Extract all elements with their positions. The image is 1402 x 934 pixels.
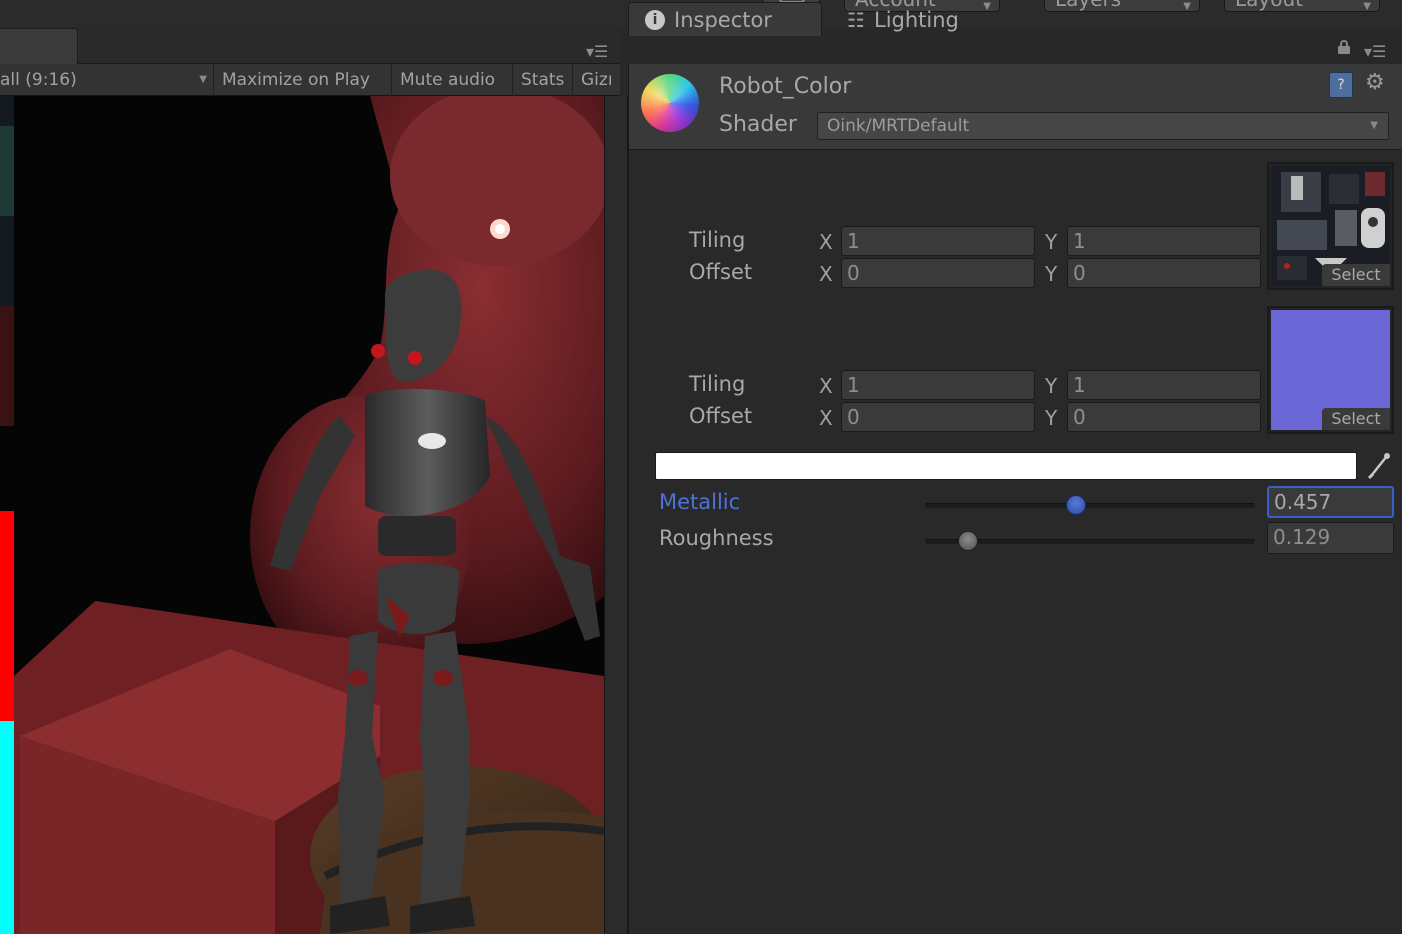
- stats-label: Stats: [521, 70, 565, 90]
- layout-label: Layout: [1235, 0, 1303, 11]
- select-texture-button[interactable]: Select: [1322, 408, 1390, 430]
- layers-label: Layers: [1055, 0, 1121, 11]
- axis-x-label: X: [819, 374, 833, 398]
- roughness-label: Roughness: [659, 526, 774, 550]
- mute-label: Mute audio: [400, 70, 496, 90]
- game-view-tabbar: ▾☰: [0, 28, 620, 64]
- material-preview-sphere: [641, 74, 699, 132]
- game-viewport[interactable]: [0, 96, 604, 934]
- normal-map-texture-slot[interactable]: Select: [1267, 306, 1394, 434]
- eyedropper-icon[interactable]: [1365, 450, 1393, 480]
- albedo-texture-slot[interactable]: Select: [1267, 162, 1394, 290]
- axis-y-label: Y: [1045, 406, 1058, 430]
- axis-y-label: Y: [1045, 230, 1058, 254]
- roughness-slider-thumb[interactable]: [957, 531, 978, 551]
- offset-y-field[interactable]: 0: [1067, 402, 1261, 432]
- material-header: Robot_Color Shader Oink/MRTDefault ▼ ? ⚙: [628, 64, 1402, 150]
- chevron-down-icon: ▼: [1370, 120, 1378, 131]
- panel-splitter[interactable]: [604, 96, 628, 934]
- tiling-y-field[interactable]: 1: [1067, 226, 1261, 256]
- select-texture-button[interactable]: Select: [1322, 264, 1390, 286]
- shader-label: Shader: [719, 112, 797, 137]
- axis-x-label: X: [819, 230, 833, 254]
- offset-label: Offset: [689, 260, 753, 284]
- offset-label: Offset: [689, 404, 753, 428]
- axis-y-label: Y: [1045, 374, 1058, 398]
- tiling-label: Tiling: [689, 372, 746, 396]
- panel-menu-icon[interactable]: ▾☰: [1364, 44, 1386, 60]
- info-icon: i: [645, 10, 665, 30]
- sliders-icon: ☷: [847, 8, 865, 32]
- gizmos-dropdown[interactable]: Gizı: [573, 64, 620, 96]
- mute-audio-toggle[interactable]: Mute audio: [392, 64, 513, 96]
- tab-lighting-label: Lighting: [874, 8, 959, 32]
- stats-toggle[interactable]: Stats: [513, 64, 573, 96]
- tab-game[interactable]: [0, 28, 78, 64]
- metallic-label: Metallic: [659, 490, 741, 514]
- roughness-value-field[interactable]: 0.129: [1267, 522, 1394, 554]
- aspect-label: all (9:16): [0, 70, 77, 90]
- scene-render: [0, 96, 604, 934]
- tiling-label: Tiling: [689, 228, 746, 252]
- metallic-slider-track[interactable]: [925, 503, 1255, 508]
- chevron-down-icon: ▼: [1363, 1, 1371, 12]
- aspect-dropdown[interactable]: all (9:16) ▼: [0, 64, 214, 96]
- shader-value: Oink/MRTDefault: [827, 116, 970, 136]
- axis-x-label: X: [819, 262, 833, 286]
- shader-dropdown[interactable]: Oink/MRTDefault ▼: [817, 112, 1389, 140]
- chevron-down-icon: ▼: [199, 74, 207, 85]
- gear-icon[interactable]: ⚙: [1365, 70, 1385, 95]
- tab-lighting[interactable]: ☷ Lighting: [826, 2, 1026, 36]
- tab-inspector-label: Inspector: [674, 8, 772, 32]
- tiling-x-field[interactable]: 1: [841, 370, 1035, 400]
- material-properties: Tiling X 1 Y 1 Offset X 0 Y 0 Select Til…: [628, 150, 1402, 934]
- maximize-label: Maximize on Play: [222, 70, 370, 90]
- metallic-value-field[interactable]: 0.457: [1267, 486, 1394, 518]
- maximize-on-play-toggle[interactable]: Maximize on Play: [214, 64, 392, 96]
- color-swatch-field[interactable]: [655, 452, 1357, 480]
- tiling-x-field[interactable]: 1: [841, 226, 1035, 256]
- material-name: Robot_Color: [719, 74, 852, 99]
- chevron-down-icon: ▼: [1183, 1, 1191, 12]
- game-view-controlbar: all (9:16) ▼ Maximize on Play Mute audio…: [0, 64, 620, 96]
- axis-y-label: Y: [1045, 262, 1058, 286]
- tiling-y-field[interactable]: 1: [1067, 370, 1261, 400]
- gizmos-label: Gizı: [581, 70, 613, 90]
- offset-x-field[interactable]: 0: [841, 402, 1035, 432]
- help-book-icon[interactable]: ?: [1329, 72, 1353, 98]
- layers-dropdown[interactable]: Layers ▼: [1044, 0, 1200, 12]
- offset-y-field[interactable]: 0: [1067, 258, 1261, 288]
- lock-icon[interactable]: [1338, 40, 1350, 54]
- axis-x-label: X: [819, 406, 833, 430]
- layout-dropdown[interactable]: Layout ▼: [1224, 0, 1380, 12]
- panel-menu-icon[interactable]: ▾☰: [586, 44, 608, 60]
- tab-inspector[interactable]: i Inspector: [628, 2, 822, 36]
- offset-x-field[interactable]: 0: [841, 258, 1035, 288]
- metallic-slider-thumb[interactable]: [1065, 495, 1086, 515]
